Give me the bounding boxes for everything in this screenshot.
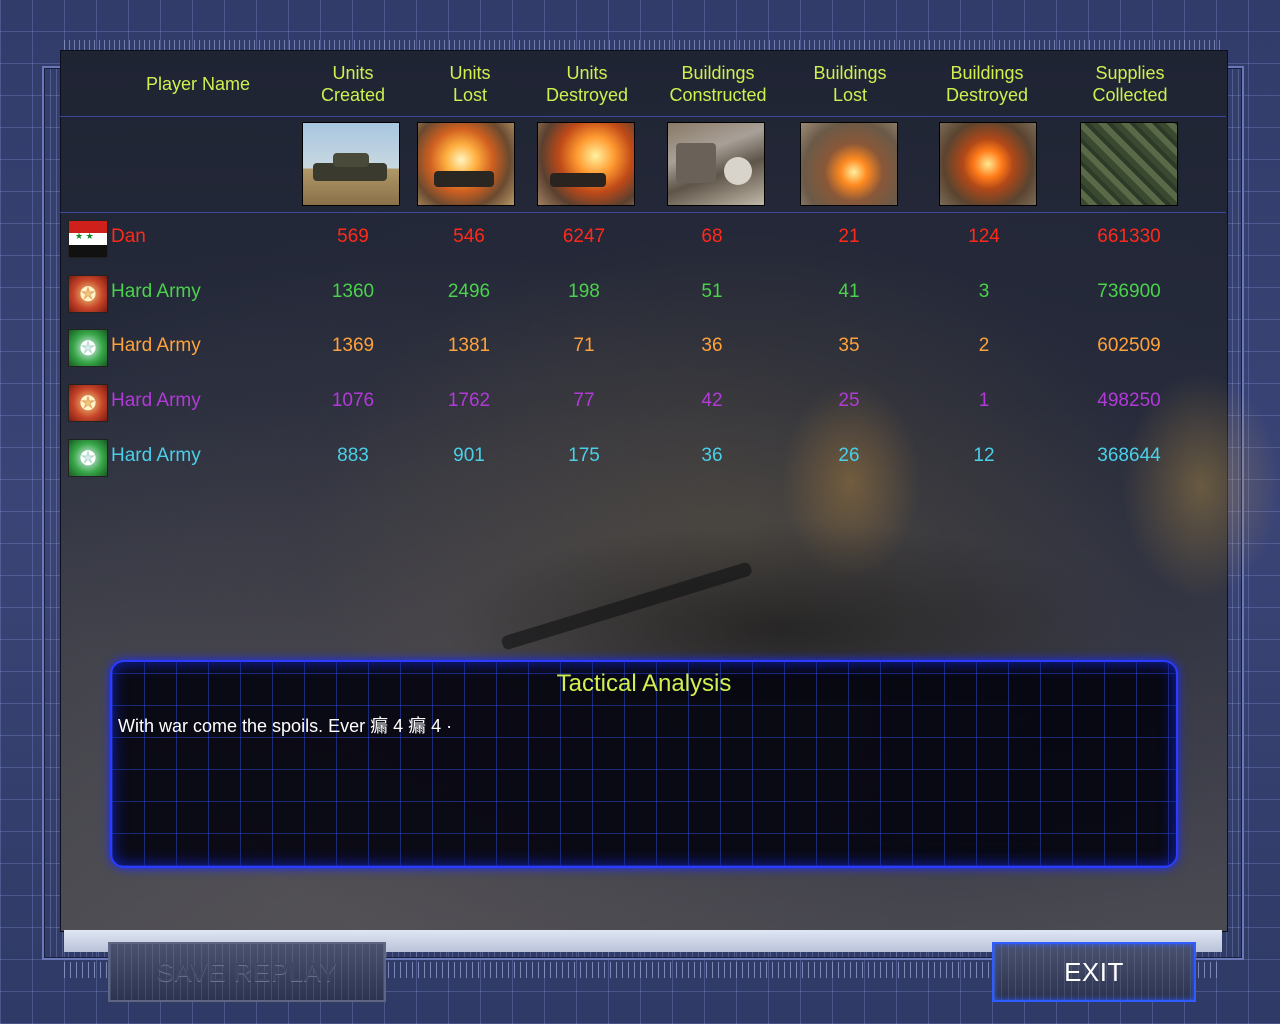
units-destroyed-value: 6247 — [562, 226, 606, 247]
supplies-image — [1080, 122, 1178, 206]
units-created-value: 569 — [337, 226, 369, 247]
buildings-constructed-value: 51 — [701, 281, 723, 302]
header-line: Lost — [452, 85, 488, 105]
player-row: ✪ Hard Army 1369 1381 71 36 35 2 602509 — [66, 327, 1216, 367]
header-line: Supplies — [1095, 63, 1165, 83]
green-faction-emblem-icon: ✪ — [68, 439, 108, 477]
units-destroyed-value: 71 — [573, 335, 595, 356]
buildings-destroyed-value: 1 — [978, 390, 990, 411]
header-line: Destroyed — [945, 85, 1029, 105]
buildings-lost-value: 41 — [838, 281, 860, 302]
syria-flag-icon — [68, 220, 108, 258]
building-explosion-image — [800, 122, 898, 206]
tank-explosion-image — [417, 122, 515, 206]
player-row: ✪ Hard Army 1076 1762 77 42 25 1 498250 — [66, 382, 1216, 422]
header-line: Units — [566, 63, 608, 83]
header-line: Units — [332, 63, 374, 83]
units-created-value: 883 — [337, 445, 369, 466]
header-line: Constructed — [669, 85, 767, 105]
header-line: Buildings — [681, 63, 755, 83]
header-supplies-collected: Supplies Collected — [1076, 62, 1184, 106]
units-lost-value: 546 — [453, 226, 485, 247]
tactical-analysis-text: With war come the spoils. Ever 瘺 4 瘺 4 · — [118, 716, 453, 736]
red-faction-emblem-icon: ✪ — [68, 275, 108, 313]
header-line: Created — [320, 85, 386, 105]
supplies-collected-value: 602509 — [1097, 335, 1161, 356]
header-line: Units — [449, 63, 491, 83]
header-line: Destroyed — [545, 85, 629, 105]
units-lost-value: 1762 — [447, 390, 491, 411]
header-units-lost: Units Lost — [418, 62, 522, 106]
units-lost-value: 1381 — [447, 335, 491, 356]
header-units-destroyed: Units Destroyed — [530, 62, 644, 106]
tactical-analysis-panel: Tactical Analysis With war come the spoi… — [110, 660, 1178, 868]
units-destroyed-value: 198 — [568, 281, 600, 302]
header-line: Buildings — [813, 63, 887, 83]
header-buildings-lost: Buildings Lost — [796, 62, 904, 106]
buildings-destroyed-value: 124 — [968, 226, 1000, 247]
buildings-lost-value: 21 — [838, 226, 860, 247]
buildings-lost-value: 35 — [838, 335, 860, 356]
tank-destroyed-image — [537, 122, 635, 206]
units-created-value: 1360 — [331, 281, 375, 302]
red-faction-emblem-icon: ✪ — [68, 384, 108, 422]
buildings-destroyed-value: 12 — [973, 445, 995, 466]
header-buildings-destroyed: Buildings Destroyed — [932, 62, 1042, 106]
header-line: Lost — [832, 85, 868, 105]
save-replay-button[interactable]: SAVE REPLAY — [108, 942, 386, 1002]
header-line: Collected — [1092, 85, 1168, 105]
header-units-created: Units Created — [300, 62, 406, 106]
buildings-constructed-value: 36 — [701, 445, 723, 466]
header-divider — [60, 212, 1226, 213]
supplies-collected-value: 368644 — [1097, 445, 1161, 466]
units-lost-value: 2496 — [447, 281, 491, 302]
units-destroyed-value: 77 — [573, 390, 595, 411]
buildings-destroyed-value: 3 — [978, 281, 990, 302]
player-name: Hard Army — [111, 445, 201, 466]
tank-image — [302, 122, 400, 206]
header-player-name: Player Name — [145, 74, 251, 94]
player-row: ✪ Hard Army 1360 2496 198 51 41 3 736900 — [66, 273, 1216, 313]
units-lost-value: 901 — [453, 445, 485, 466]
buildings-destroyed-value: 2 — [978, 335, 990, 356]
buildings-lost-value: 25 — [838, 390, 860, 411]
player-name: Dan — [111, 226, 146, 247]
supplies-collected-value: 736900 — [1097, 281, 1161, 302]
player-row: Dan 569 546 6247 68 21 124 661330 — [66, 218, 1216, 258]
player-name: Hard Army — [111, 390, 201, 411]
supplies-collected-value: 498250 — [1097, 390, 1161, 411]
header-divider — [60, 116, 1226, 117]
building-image — [667, 122, 765, 206]
buildings-constructed-value: 68 — [701, 226, 723, 247]
player-row: ✪ Hard Army 883 901 175 36 26 12 368644 — [66, 437, 1216, 477]
tactical-analysis-title: Tactical Analysis — [556, 670, 732, 697]
header-buildings-constructed: Buildings Constructed — [658, 62, 778, 106]
supplies-collected-value: 661330 — [1097, 226, 1161, 247]
units-created-value: 1076 — [331, 390, 375, 411]
header-line: Buildings — [950, 63, 1024, 83]
buildings-constructed-value: 42 — [701, 390, 723, 411]
player-name: Hard Army — [111, 281, 201, 302]
buildings-constructed-value: 36 — [701, 335, 723, 356]
units-destroyed-value: 175 — [568, 445, 600, 466]
exit-button[interactable]: EXIT — [992, 942, 1196, 1002]
units-created-value: 1369 — [331, 335, 375, 356]
green-faction-emblem-icon: ✪ — [68, 329, 108, 367]
building-destroyed-image — [939, 122, 1037, 206]
player-name: Hard Army — [111, 335, 201, 356]
buildings-lost-value: 26 — [838, 445, 860, 466]
top-ruler — [64, 40, 1224, 50]
